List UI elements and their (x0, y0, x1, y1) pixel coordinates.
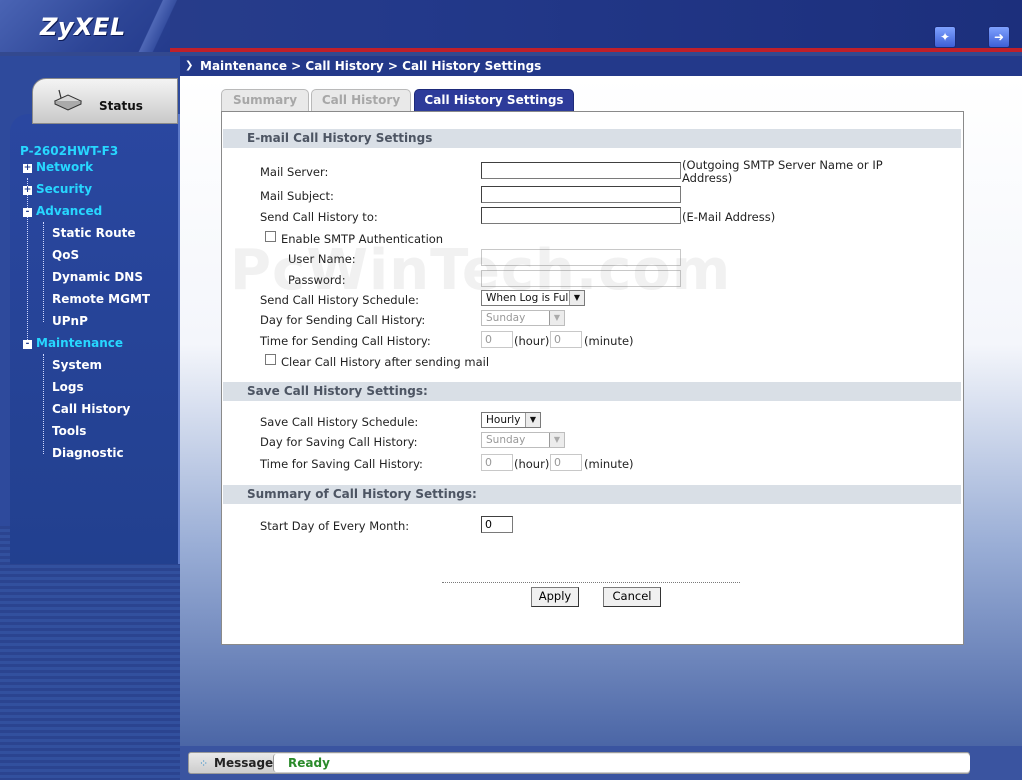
section-summary-title: Summary of Call History Settings: (223, 485, 961, 504)
message-label: Message (214, 756, 274, 770)
message-grid-icon: ⁘ (199, 757, 209, 770)
logo-stripe (120, 0, 190, 52)
save-minute-input[interactable] (550, 454, 582, 471)
collapse-icon[interactable]: - (23, 208, 32, 217)
save-hour-unit: (hour) (514, 457, 550, 471)
mail-subject-input[interactable] (481, 186, 681, 203)
chevron-down-icon: ▼ (549, 433, 564, 447)
tab-summary[interactable]: Summary (221, 89, 309, 111)
wizard-icon[interactable]: ✦ (934, 26, 956, 48)
sidebar-item-remote-mgmt[interactable]: Remote MGMT (52, 292, 150, 306)
status-label: Status (99, 99, 143, 113)
settings-panel: E-mail Call History Settings Mail Server… (221, 111, 964, 645)
sidebar-item-logs[interactable]: Logs (52, 380, 84, 394)
mail-subject-label: Mail Subject: (260, 189, 334, 203)
collapse-icon[interactable]: - (23, 340, 32, 349)
sidebar-item-advanced[interactable]: Advanced (36, 204, 102, 218)
message-text: Ready (288, 756, 330, 770)
header-bar: ZyXEL ✦ ➜ (0, 0, 1022, 52)
save-schedule-label: Save Call History Schedule: (260, 415, 419, 429)
chevron-down-icon: ▼ (525, 413, 540, 427)
status-bar-inner: ⁘ Message Ready (188, 752, 970, 774)
sidebar-item-network[interactable]: Network (36, 160, 93, 174)
chevron-down-icon: ▼ (549, 311, 564, 325)
send-hour-input[interactable] (481, 331, 513, 348)
cancel-button[interactable]: Cancel (603, 587, 661, 607)
sidebar: Status P-2602HWT-F3 + Network + Security… (0, 56, 180, 780)
router-icon (53, 89, 83, 111)
send-hour-unit: (hour) (514, 334, 550, 348)
save-schedule-value: Hourly (486, 414, 521, 426)
sidebar-item-upnp[interactable]: UPnP (52, 314, 88, 328)
logout-icon[interactable]: ➜ (988, 26, 1010, 48)
tab-call-history-settings[interactable]: Call History Settings (414, 89, 574, 111)
mail-server-note: (Outgoing SMTP Server Name or IP Address… (682, 158, 883, 185)
expand-icon[interactable]: + (23, 186, 32, 195)
tree-line (43, 354, 44, 454)
tree-line (27, 178, 28, 344)
button-divider (442, 582, 740, 583)
status-tab[interactable]: Status (32, 78, 178, 124)
send-day-select[interactable]: Sunday ▼ (481, 310, 565, 326)
save-day-label: Day for Saving Call History: (260, 435, 418, 449)
save-time-label: Time for Saving Call History: (260, 457, 423, 471)
send-to-input[interactable] (481, 207, 681, 224)
message-box: Ready (273, 754, 970, 772)
model-name: P-2602HWT-F3 (20, 144, 119, 158)
clear-history-label: Clear Call History after sending mail (281, 355, 490, 369)
breadcrumb-text: Maintenance > Call History > Call Histor… (200, 59, 542, 73)
mail-server-label: Mail Server: (260, 165, 329, 179)
save-hour-input[interactable] (481, 454, 513, 471)
start-day-input[interactable] (481, 516, 513, 533)
sidebar-item-static-route[interactable]: Static Route (52, 226, 136, 240)
start-day-label: Start Day of Every Month: (260, 519, 410, 533)
send-to-label: Send Call History to: (260, 210, 378, 224)
save-day-value: Sunday (486, 434, 526, 446)
sidebar-item-tools[interactable]: Tools (52, 424, 86, 438)
save-day-select[interactable]: Sunday ▼ (481, 432, 565, 448)
send-to-note: (E-Mail Address) (682, 210, 776, 224)
section-email-title: E-mail Call History Settings (223, 129, 961, 148)
send-day-label: Day for Sending Call History: (260, 313, 426, 327)
sidebar-item-dynamic-dns[interactable]: Dynamic DNS (52, 270, 143, 284)
breadcrumb-arrow-icon: ❯ (185, 60, 194, 71)
apply-button[interactable]: Apply (531, 587, 579, 607)
mail-server-input[interactable] (481, 162, 681, 179)
sidebar-item-diagnostic[interactable]: Diagnostic (52, 446, 124, 460)
sidebar-item-security[interactable]: Security (36, 182, 92, 196)
status-bar: ⁘ Message Ready (180, 746, 1022, 780)
expand-icon[interactable]: + (23, 164, 32, 173)
send-minute-unit: (minute) (584, 334, 634, 348)
send-minute-input[interactable] (550, 331, 582, 348)
sidebar-item-system[interactable]: System (52, 358, 102, 372)
tree-line (43, 222, 44, 322)
main-content: Summary Call History Call History Settin… (180, 76, 1022, 746)
sidebar-item-qos[interactable]: QoS (52, 248, 79, 262)
save-schedule-select[interactable]: Hourly ▼ (481, 412, 541, 428)
breadcrumb: ❯ Maintenance > Call History > Call Hist… (180, 56, 1022, 76)
sidebar-item-maintenance[interactable]: Maintenance (36, 336, 123, 350)
sidebar-lower-panel (0, 526, 180, 780)
clear-history-checkbox[interactable] (265, 354, 276, 365)
send-day-value: Sunday (486, 312, 526, 324)
tab-call-history[interactable]: Call History (311, 89, 411, 111)
section-save-title: Save Call History Settings: (223, 382, 961, 401)
watermark: PcWinTech.com (230, 238, 732, 303)
send-time-label: Time for Sending Call History: (260, 334, 431, 348)
save-minute-unit: (minute) (584, 457, 634, 471)
zyxel-logo: ZyXEL (40, 13, 126, 41)
sidebar-item-call-history[interactable]: Call History (52, 402, 130, 416)
